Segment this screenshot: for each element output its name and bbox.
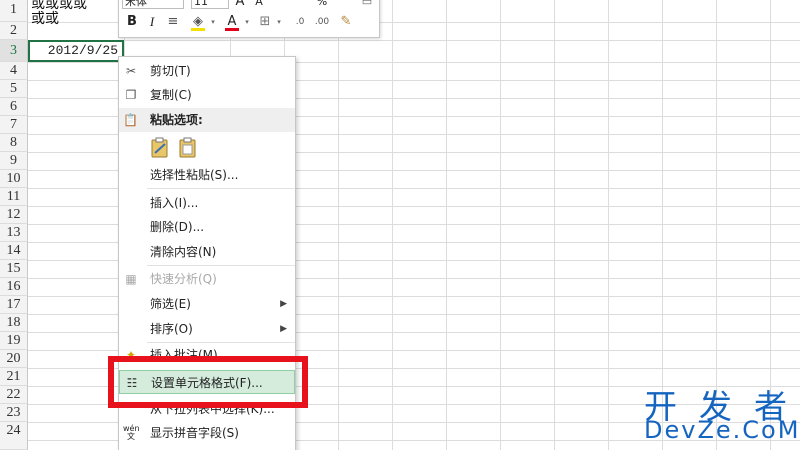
clipboard-icon: 📋 (123, 113, 138, 127)
cell-a1-line2[interactable]: 或或 (31, 8, 59, 28)
menu-show-phonetic[interactable]: wén 文 显示拼音字段(S) (119, 421, 295, 445)
menu-sort[interactable]: 排序(O) ▶ (119, 317, 295, 341)
menu-quick-analysis-label: 快速分析(Q) (150, 272, 217, 286)
quick-analysis-icon: ▦ (125, 272, 137, 286)
row-header[interactable]: 15 (0, 260, 28, 278)
row-header[interactable]: 23 (0, 404, 28, 422)
percent-style-button[interactable]: % (315, 0, 329, 11)
row-header[interactable]: 16 (0, 278, 28, 296)
menu-copy-label: 复制(C) (150, 88, 192, 102)
grid-line (608, 0, 609, 450)
menu-sort-label: 排序(O) (150, 322, 193, 336)
highlight-frame (108, 356, 308, 408)
borders-icon[interactable]: ⊞ (257, 13, 273, 31)
menu-copy[interactable]: ❐ 复制(C) (119, 83, 295, 107)
menu-cut-label: 剪切(T) (150, 64, 191, 78)
row-header[interactable]: 12 (0, 206, 28, 224)
menu-paste-special[interactable]: 选择性粘贴(S)... (119, 163, 295, 187)
menu-filter-label: 筛选(E) (150, 297, 191, 311)
menu-clear-contents-label: 清除内容(N) (150, 245, 217, 259)
submenu-arrow-icon: ▶ (280, 324, 287, 334)
row-header[interactable]: 11 (0, 188, 28, 206)
fill-color-bar (191, 28, 205, 31)
menu-clear-contents[interactable]: 清除内容(N) (119, 240, 295, 264)
row-header[interactable]: 20 (0, 350, 28, 368)
font-color-dropdown-icon[interactable]: ▾ (243, 13, 251, 31)
scissors-icon: ✂ (125, 64, 137, 78)
row-header[interactable]: 14 (0, 242, 28, 260)
menu-filter[interactable]: 筛选(E) ▶ (119, 292, 295, 316)
paint-bucket-icon: ◈ (193, 14, 203, 29)
grid-line (446, 0, 447, 450)
copy-icon: ❐ (125, 88, 137, 102)
paste-options-header: 📋 粘贴选项: (119, 108, 295, 132)
font-size-select[interactable]: 11 (191, 0, 229, 9)
align-center-button[interactable]: ≡ (165, 13, 181, 31)
menu-quick-analysis[interactable]: ▦ 快速分析(Q) (119, 267, 295, 291)
row-header[interactable]: 18 (0, 314, 28, 332)
row-header[interactable]: 24 (0, 422, 28, 450)
row-header[interactable]: 19 (0, 332, 28, 350)
row-header[interactable]: 22 (0, 386, 28, 404)
row-header[interactable]: 13 (0, 224, 28, 242)
paste-with-formatting-icon[interactable] (149, 137, 171, 159)
mini-toolbar: 宋体 11 A A % ▭ B I ≡ ◈ ▾ A ▾ ⊞ ▾ .0 .00 ✎ (118, 0, 380, 38)
menu-paste-special-label: 选择性粘贴(S)... (150, 168, 239, 182)
fill-color-dropdown-icon[interactable]: ▾ (209, 13, 217, 31)
paste-values-icon[interactable] (177, 137, 199, 159)
borders-dropdown-icon[interactable]: ▾ (275, 13, 283, 31)
grid-line (28, 40, 800, 41)
menu-separator (147, 188, 295, 189)
phonetic-icon: wén 文 (123, 424, 140, 441)
row-header[interactable]: 9 (0, 152, 28, 170)
font-color-letter: A (227, 14, 237, 29)
row-header[interactable]: 8 (0, 134, 28, 152)
grid-line (392, 0, 393, 450)
font-color-bar (225, 28, 239, 31)
submenu-arrow-icon: ▶ (280, 299, 287, 309)
cell-a3-value: 2012/9/25 (47, 43, 118, 58)
menu-cut[interactable]: ✂ 剪切(T) (119, 59, 295, 83)
row-header[interactable]: 4 (0, 62, 28, 80)
row-header[interactable]: 17 (0, 296, 28, 314)
italic-button[interactable]: I (145, 13, 159, 31)
row-header[interactable]: 5 (0, 80, 28, 98)
grow-font-button[interactable]: A (233, 0, 247, 11)
grid-line (500, 0, 501, 450)
decrease-decimal-icon[interactable]: .00 (313, 13, 331, 31)
row-header[interactable]: 1 (0, 0, 28, 22)
grid-line (554, 0, 555, 450)
menu-delete[interactable]: 删除(D)... (119, 215, 295, 239)
selected-cell-a3[interactable]: 2012/9/25 (28, 40, 124, 62)
shrink-font-button[interactable]: A (253, 0, 265, 11)
grid-line (338, 0, 339, 450)
row-header[interactable]: 7 (0, 116, 28, 134)
font-name-select[interactable]: 宋体 (122, 0, 184, 9)
row-header[interactable]: 21 (0, 368, 28, 386)
bold-button[interactable]: B (125, 13, 139, 31)
menu-separator (147, 265, 295, 266)
menu-insert[interactable]: 插入(I)... (119, 191, 295, 215)
fill-color-button[interactable]: ◈ (189, 13, 207, 31)
row-header[interactable]: 10 (0, 170, 28, 188)
row-header[interactable]: 3 (0, 40, 28, 62)
menu-delete-label: 删除(D)... (150, 220, 205, 234)
menu-show-phonetic-label: 显示拼音字段(S) (150, 426, 239, 440)
menu-insert-label: 插入(I)... (150, 196, 199, 210)
format-painter-icon[interactable]: ✎ (337, 13, 355, 31)
row-header[interactable]: 2 (0, 22, 28, 40)
border-more-icon[interactable]: ▭ (359, 0, 375, 11)
paste-options-label: 粘贴选项: (150, 113, 203, 127)
font-color-button[interactable]: A (223, 13, 241, 31)
row-header[interactable]: 6 (0, 98, 28, 116)
watermark-en: DevZe.CoM (644, 416, 800, 444)
increase-decimal-icon[interactable]: .0 (291, 13, 309, 31)
